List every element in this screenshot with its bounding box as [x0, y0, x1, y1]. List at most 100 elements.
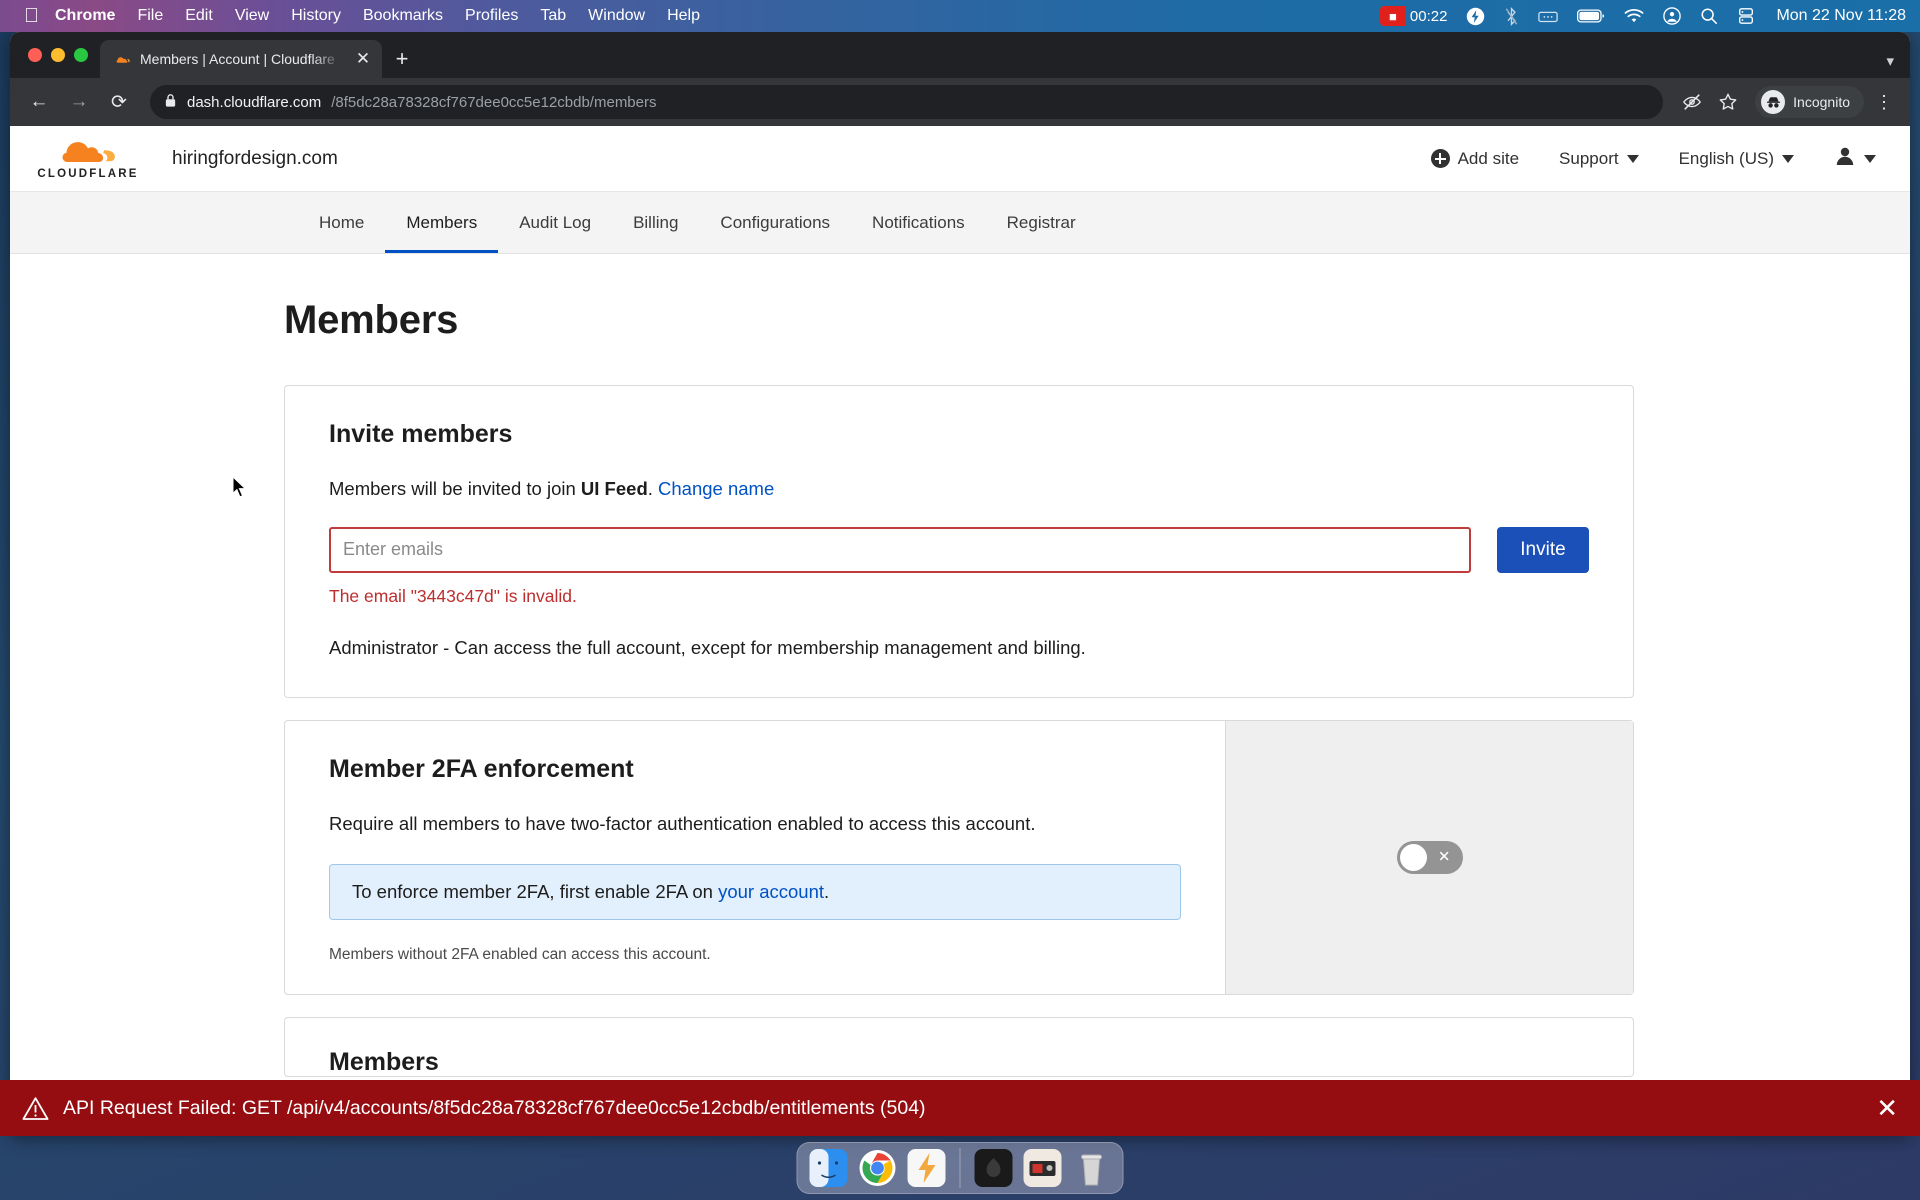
menu-item-profiles[interactable]: Profiles — [465, 7, 518, 25]
tab-home[interactable]: Home — [298, 192, 385, 253]
email-input[interactable] — [329, 526, 1471, 573]
screen-recording-icon: ■ — [1379, 6, 1406, 26]
tab-close-icon[interactable]: ✕ — [352, 49, 374, 69]
display-icon[interactable] — [1737, 7, 1755, 25]
search-icon[interactable] — [1700, 7, 1718, 25]
star-icon[interactable] — [1713, 87, 1743, 117]
close-icon[interactable]: ✕ — [1862, 1095, 1898, 1121]
tab-audit-log[interactable]: Audit Log — [498, 192, 612, 253]
members-list-heading: Members — [329, 1047, 439, 1076]
user-account-menu[interactable] — [1834, 145, 1876, 172]
chevron-down-icon — [1782, 154, 1794, 163]
wifi-icon[interactable] — [1624, 8, 1644, 24]
app-dark-icon[interactable] — [974, 1149, 1013, 1187]
cloudflare-cloud-icon — [53, 138, 123, 166]
browser-tab-strip: Members | Account | Cloudflare ✕ + ▾ — [10, 32, 1910, 78]
browser-tab-title: Members | Account | Cloudflare — [140, 51, 335, 67]
add-site-label: Add site — [1457, 148, 1520, 168]
menu-item-help[interactable]: Help — [667, 7, 700, 25]
members-list-card-partial: Members — [284, 1016, 1634, 1077]
browser-toolbar: ← → ⟳ dash.cloudflare.com/8f5dc28a78328c… — [10, 78, 1910, 126]
profile-incognito-button[interactable]: Incognito — [1755, 86, 1864, 118]
invite-description-suffix: . — [647, 478, 653, 499]
eye-slash-icon[interactable] — [1677, 87, 1707, 117]
your-account-link[interactable]: your account — [718, 881, 824, 902]
cloudflare-favicon — [114, 51, 131, 68]
tab-notifications[interactable]: Notifications — [851, 192, 986, 253]
menu-item-file[interactable]: File — [137, 7, 163, 25]
back-button[interactable]: ← — [22, 85, 56, 119]
invite-input-row: Invite — [329, 526, 1589, 573]
support-menu[interactable]: Support — [1559, 149, 1639, 169]
reload-button[interactable]: ⟳ — [102, 85, 136, 119]
menu-item-edit[interactable]: Edit — [185, 7, 213, 25]
member-2fa-toggle-panel: ✕ — [1225, 720, 1633, 994]
trash-icon[interactable] — [1073, 1149, 1111, 1187]
maximize-window-button[interactable] — [74, 48, 88, 62]
close-window-button[interactable] — [28, 48, 42, 62]
invite-members-card-body: Invite members Members will be invited t… — [285, 386, 1633, 697]
add-site-button[interactable]: Add site — [1430, 148, 1520, 169]
menu-item-history[interactable]: History — [291, 7, 341, 25]
support-label: Support — [1559, 148, 1619, 168]
tab-billing[interactable]: Billing — [612, 192, 699, 253]
lock-icon — [164, 93, 177, 112]
main-content: Members Invite members Members will be i… — [10, 254, 1910, 1077]
invite-members-description: Members will be invited to join UI Feed.… — [329, 476, 1589, 503]
toggle-knob — [1399, 843, 1427, 871]
profile-label: Incognito — [1793, 94, 1850, 110]
menu-item-bookmarks[interactable]: Bookmarks — [363, 7, 443, 25]
invite-description-prefix: Members will be invited to join — [329, 478, 581, 499]
chrome-icon[interactable] — [859, 1149, 897, 1187]
info-box-prefix: To enforce member 2FA, first enable 2FA … — [352, 880, 719, 902]
page-viewport: CLOUDFLARE hiringfordesign.com Add site … — [10, 126, 1910, 1136]
keyboard-brightness-icon[interactable] — [1538, 8, 1559, 24]
chevron-down-icon[interactable]: ▾ — [1886, 52, 1894, 70]
member-2fa-info-box: To enforce member 2FA, first enable 2FA … — [329, 863, 1181, 920]
tab-members[interactable]: Members — [385, 192, 499, 253]
member-2fa-toggle[interactable]: ✕ — [1396, 840, 1463, 874]
cloudflare-top-header: CLOUDFLARE hiringfordesign.com Add site … — [10, 126, 1910, 192]
invite-members-heading: Invite members — [329, 420, 513, 448]
invite-members-card: Invite members Members will be invited t… — [284, 385, 1634, 698]
invite-button[interactable]: Invite — [1497, 526, 1589, 573]
screenshot-icon[interactable] — [1023, 1149, 1062, 1187]
new-tab-button[interactable]: + — [382, 40, 422, 78]
browser-tab[interactable]: Members | Account | Cloudflare ✕ — [100, 40, 382, 78]
address-bar[interactable]: dash.cloudflare.com/8f5dc28a78328cf767de… — [150, 85, 1664, 119]
account-domain-label: hiringfordesign.com — [172, 147, 338, 169]
language-menu[interactable]: English (US) — [1679, 149, 1794, 169]
api-error-message: API Request Failed: GET /api/v4/accounts… — [63, 1096, 926, 1119]
user-avatar-icon — [1834, 145, 1856, 172]
chevron-down-icon — [1626, 154, 1639, 163]
member-2fa-heading: Member 2FA enforcement — [329, 754, 634, 783]
apple-logo-icon[interactable]:  — [24, 6, 39, 26]
screen-recording-status[interactable]: ■ 00:22 — [1379, 6, 1447, 26]
bluetooth-off-icon[interactable] — [1504, 6, 1519, 26]
menu-item-chrome[interactable]: Chrome — [55, 7, 115, 25]
lightning-bolt-icon[interactable] — [1466, 7, 1485, 26]
tab-registrar[interactable]: Registrar — [986, 192, 1097, 253]
macos-menu-bar:  Chrome File Edit View History Bookmark… — [0, 0, 1920, 32]
tab-configurations[interactable]: Configurations — [699, 192, 851, 253]
member-2fa-description: Require all members to have two-factor a… — [329, 812, 1036, 834]
dock-separator — [959, 1148, 961, 1188]
control-center-icon[interactable] — [1663, 7, 1682, 25]
plus-circle-icon — [1430, 149, 1450, 168]
change-name-link[interactable]: Change name — [658, 478, 774, 499]
api-error-banner: API Request Failed: GET /api/v4/accounts… — [0, 1080, 1920, 1136]
window-traffic-lights — [22, 32, 100, 78]
forward-button[interactable]: → — [62, 85, 96, 119]
menu-item-view[interactable]: View — [235, 7, 269, 25]
battery-icon[interactable] — [1577, 9, 1605, 23]
menu-item-window[interactable]: Window — [588, 7, 645, 25]
zap-icon[interactable] — [907, 1149, 946, 1187]
three-dot-menu-icon[interactable]: ⋮ — [1870, 93, 1898, 111]
finder-icon[interactable] — [809, 1149, 848, 1187]
address-bar-host: dash.cloudflare.com — [187, 93, 322, 111]
menu-item-tab[interactable]: Tab — [540, 7, 566, 25]
minimize-window-button[interactable] — [51, 48, 65, 62]
menu-bar-clock[interactable]: Mon 22 Nov 11:28 — [1776, 7, 1906, 25]
cloudflare-logo[interactable]: CLOUDFLARE — [32, 138, 144, 180]
cloudflare-wordmark: CLOUDFLARE — [37, 167, 139, 180]
